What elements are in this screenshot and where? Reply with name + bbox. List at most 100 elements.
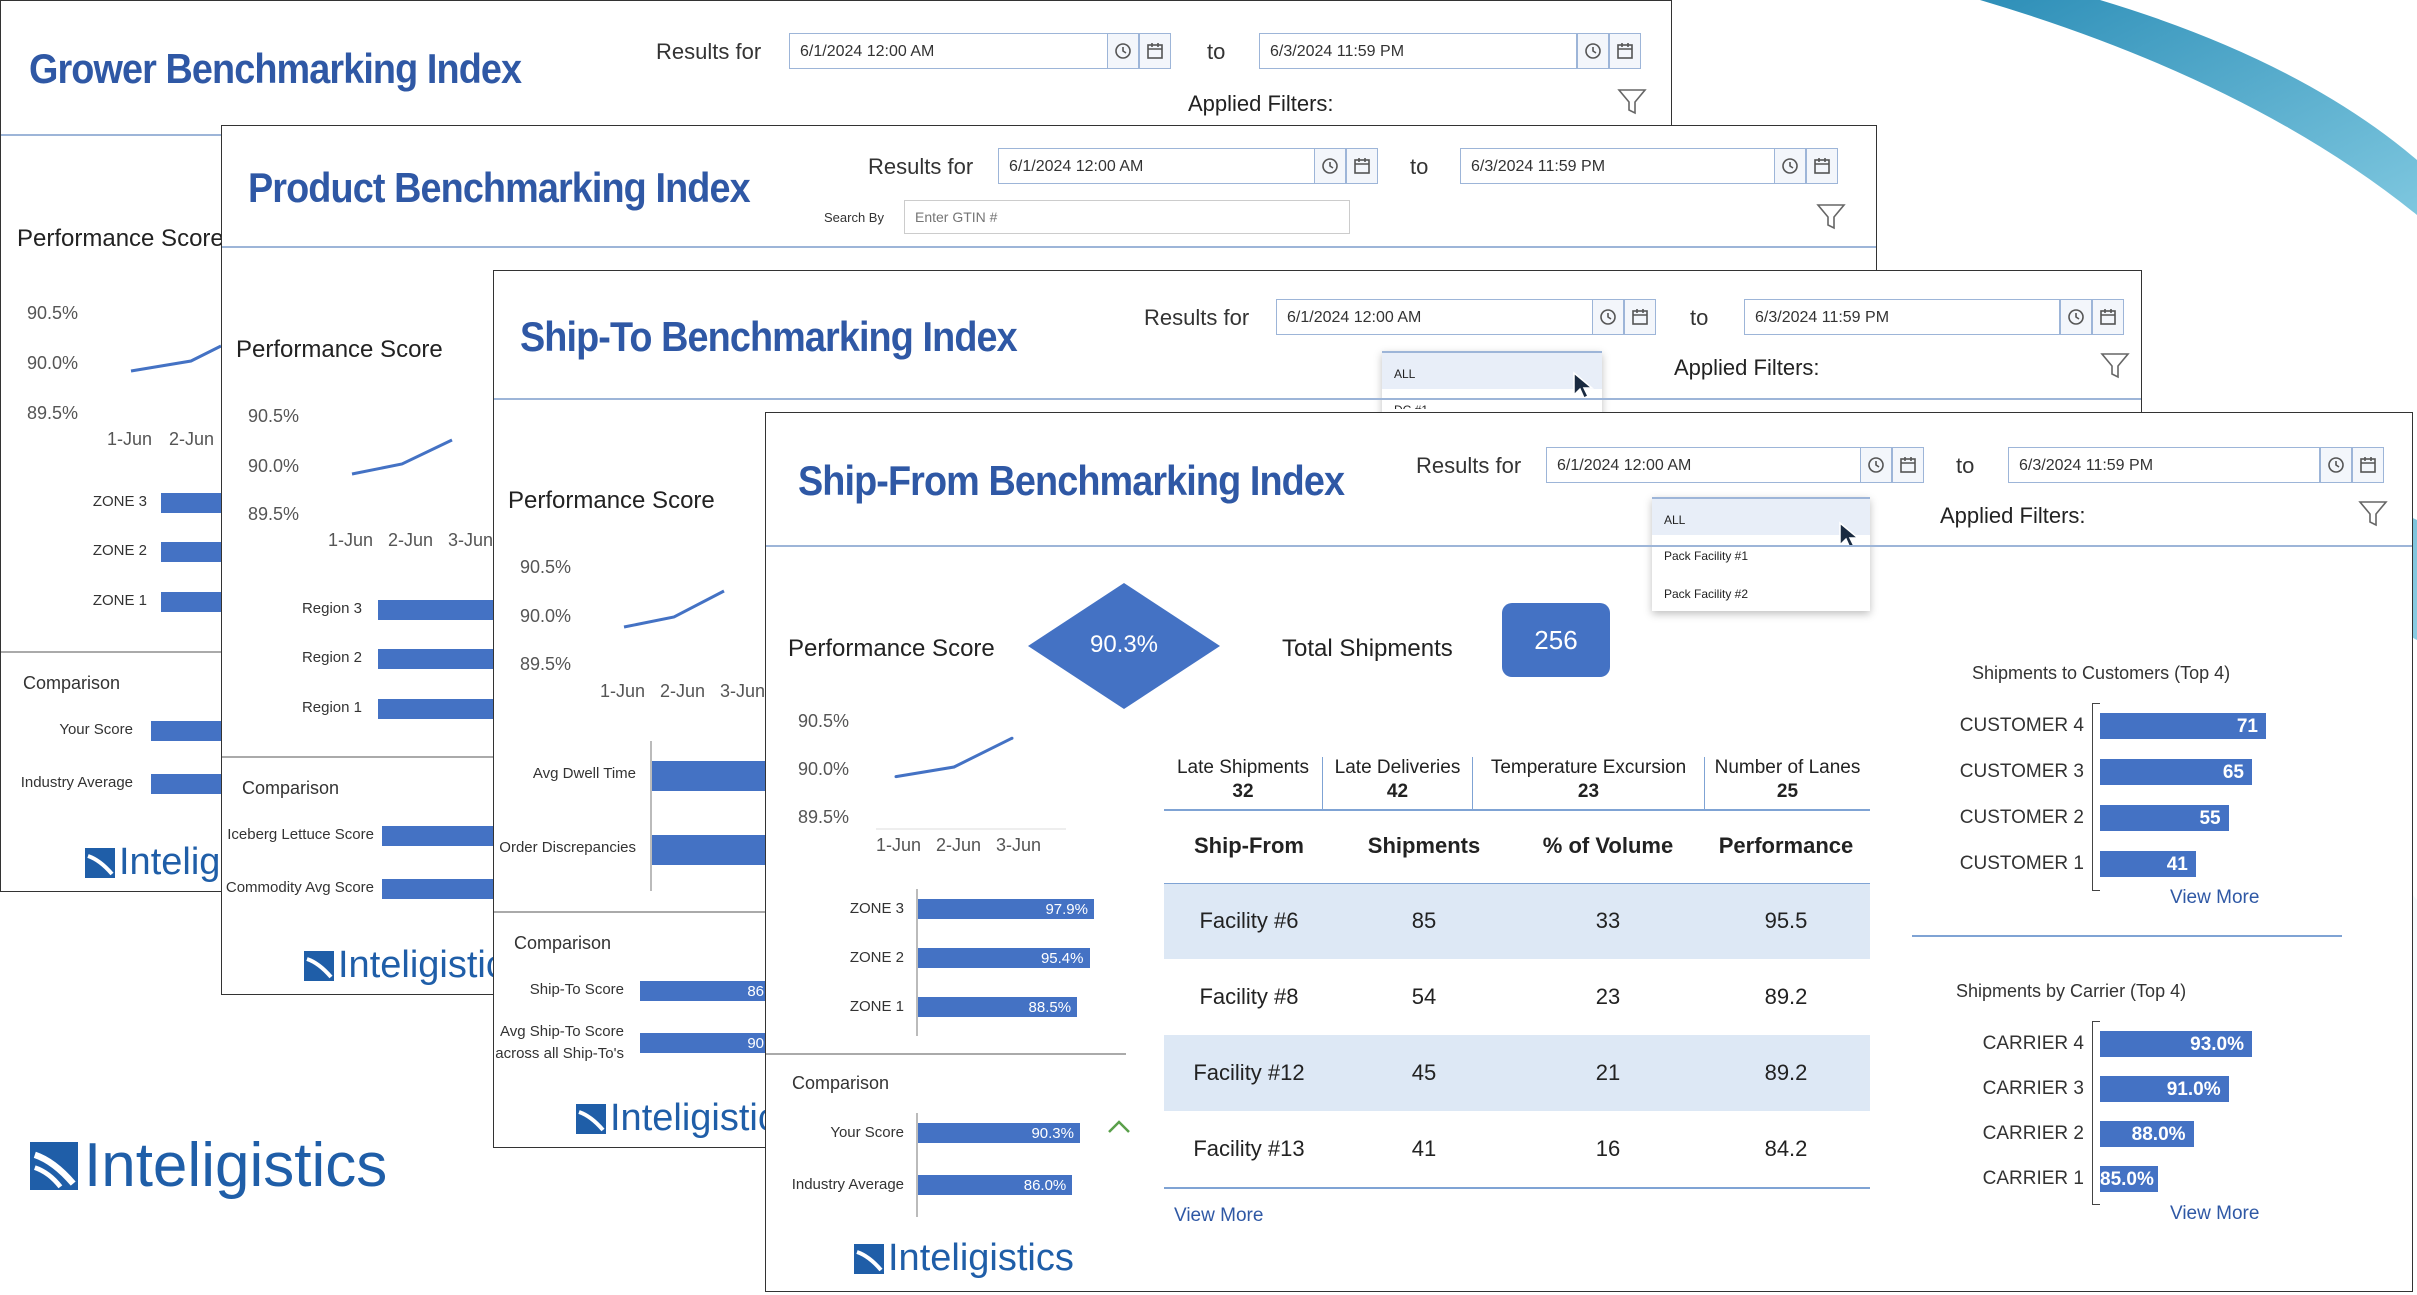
calendar-icon[interactable] (1806, 148, 1838, 184)
metric-bar-label: Avg Dwell Time (532, 765, 636, 782)
calendar-icon[interactable] (1892, 447, 1924, 483)
zone-label: ZONE 2 (849, 949, 904, 966)
page-title: Product Benchmarking Index (248, 164, 751, 211)
zone-bar: 97.9% (918, 899, 1094, 919)
comparison-bar (382, 826, 502, 846)
filter-icon[interactable] (1617, 87, 1647, 117)
comparison-bar-label: across all Ship-To's (495, 1045, 624, 1062)
column-header[interactable]: % of Volume (1514, 809, 1702, 884)
axis-bracket (2092, 703, 2100, 891)
customer-bar: 71 (2100, 713, 2266, 739)
ship-from-dropdown[interactable]: ALL Pack Facility #1 Pack Facility #2 (1652, 497, 1870, 611)
inteligistics-logo: Inteligistics (304, 944, 524, 987)
table-row[interactable]: Facility #6 85 33 95.5 (1164, 883, 1870, 959)
stat-value: 25 (1776, 781, 1799, 802)
chevron-up-icon[interactable] (1106, 1117, 1132, 1135)
zone-label: ZONE 2 (92, 542, 147, 559)
comparison-bar-label: Industry Average (20, 774, 133, 791)
comparison-bar: 86.0% (918, 1175, 1073, 1195)
calendar-icon[interactable] (2352, 447, 2384, 483)
calendar-icon[interactable] (1139, 33, 1171, 69)
region-bar (378, 699, 498, 719)
column-header[interactable]: Ship-From (1164, 809, 1334, 884)
comparison-label: Comparison (514, 933, 612, 953)
table-row[interactable]: Facility #12 45 21 89.2 (1164, 1035, 1870, 1111)
carrier-bar: 85.0% (2100, 1166, 2159, 1192)
zone-label: ZONE 3 (92, 493, 147, 510)
customer-label: CUSTOMER 2 (1959, 807, 2084, 828)
performance-line (130, 344, 222, 373)
filter-icon[interactable] (1816, 202, 1846, 232)
table-cell: Facility #8 (1199, 984, 1299, 1009)
from-date-input[interactable]: 6/1/2024 12:00 AM (789, 33, 1109, 69)
y-tick: 90.0% (27, 353, 79, 373)
to-label: to (1207, 39, 1226, 64)
stat-value: 42 (1386, 781, 1409, 802)
dropdown-option[interactable]: ALL (1382, 351, 1602, 389)
performance-score-value: 90.3% (1089, 631, 1159, 658)
inteligistics-logo: Inteligistics (576, 1097, 796, 1140)
clock-icon[interactable] (1774, 148, 1806, 184)
column-header[interactable]: Performance (1702, 809, 1870, 884)
table-header-row: Ship-From Shipments % of Volume Performa… (1164, 809, 1870, 884)
comparison-label: Comparison (792, 1073, 890, 1093)
view-more-link[interactable]: View More (2170, 887, 2259, 909)
clock-icon[interactable] (1107, 33, 1139, 69)
comparison-label: Comparison (242, 778, 340, 798)
calendar-icon[interactable] (1624, 299, 1656, 335)
region-bar (378, 600, 498, 620)
table-cell: 33 (1514, 883, 1702, 959)
column-header[interactable]: Shipments (1334, 809, 1514, 884)
clock-icon[interactable] (1314, 148, 1346, 184)
view-more-link[interactable]: View More (1174, 1205, 1263, 1227)
from-date-input[interactable]: 6/1/2024 12:00 AM (1546, 447, 1862, 483)
y-tick: 90.5% (798, 711, 850, 731)
stat-label: Temperature Excursion (1490, 757, 1687, 778)
region-label: Region 1 (301, 699, 362, 716)
table-row[interactable]: Facility #13 41 16 84.2 (1164, 1111, 1870, 1187)
table-cell: 89.2 (1764, 984, 1808, 1009)
y-tick: 90.5% (27, 303, 79, 323)
carrier-label: CARRIER 2 (1982, 1123, 2084, 1144)
calendar-icon[interactable] (1346, 148, 1378, 184)
carrier-bar: 93.0% (2100, 1031, 2252, 1057)
carrier-label: CARRIER 4 (1982, 1033, 2084, 1054)
performance-score-label: Performance Score (17, 225, 224, 252)
gtin-search-input[interactable] (904, 200, 1350, 234)
zone-label: ZONE 3 (849, 900, 904, 917)
x-tick: 1-Jun (600, 681, 646, 701)
to-date-input[interactable]: 6/3/2024 11:59 PM (1744, 299, 2060, 335)
x-tick: 1-Jun (876, 835, 922, 855)
data-point (952, 765, 956, 769)
y-tick: 89.5% (798, 807, 850, 827)
filter-icon[interactable] (2100, 351, 2130, 381)
table-row[interactable]: Facility #8 54 23 89.2 (1164, 959, 1870, 1035)
table-cell: 23 (1595, 984, 1621, 1009)
stat-label: Late Deliveries (1334, 757, 1461, 778)
customer-bar: 41 (2100, 851, 2196, 877)
table-cell: Facility #13 (1193, 1136, 1305, 1161)
from-date-input[interactable]: 6/1/2024 12:00 AM (998, 148, 1316, 184)
to-date-input[interactable]: 6/3/2024 11:59 PM (1460, 148, 1776, 184)
dropdown-option[interactable]: Pack Facility #2 (1652, 573, 1870, 611)
to-label: to (1410, 154, 1429, 179)
calendar-icon[interactable] (2092, 299, 2124, 335)
stat-cell: Temperature Excursion 23 (1472, 757, 1704, 809)
clock-icon[interactable] (2320, 447, 2352, 483)
results-for-label: Results for (656, 39, 762, 64)
calendar-icon[interactable] (1609, 33, 1641, 69)
clock-icon[interactable] (1577, 33, 1609, 69)
clock-icon[interactable] (1860, 447, 1892, 483)
filter-icon[interactable] (2358, 499, 2388, 529)
section-divider (766, 1053, 1126, 1055)
from-date-input[interactable]: 6/1/2024 12:00 AM (1276, 299, 1594, 335)
total-shipments-value: 256 (1502, 603, 1610, 677)
clock-icon[interactable] (2060, 299, 2092, 335)
customer-label: CUSTOMER 1 (1959, 853, 2084, 874)
carrier-label: CARRIER 1 (1982, 1168, 2084, 1189)
stat-label: Number of Lanes (1714, 757, 1861, 778)
to-date-input[interactable]: 6/3/2024 11:59 PM (1259, 33, 1577, 69)
clock-icon[interactable] (1592, 299, 1624, 335)
view-more-link[interactable]: View More (2170, 1203, 2259, 1225)
to-date-input[interactable]: 6/3/2024 11:59 PM (2008, 447, 2320, 483)
